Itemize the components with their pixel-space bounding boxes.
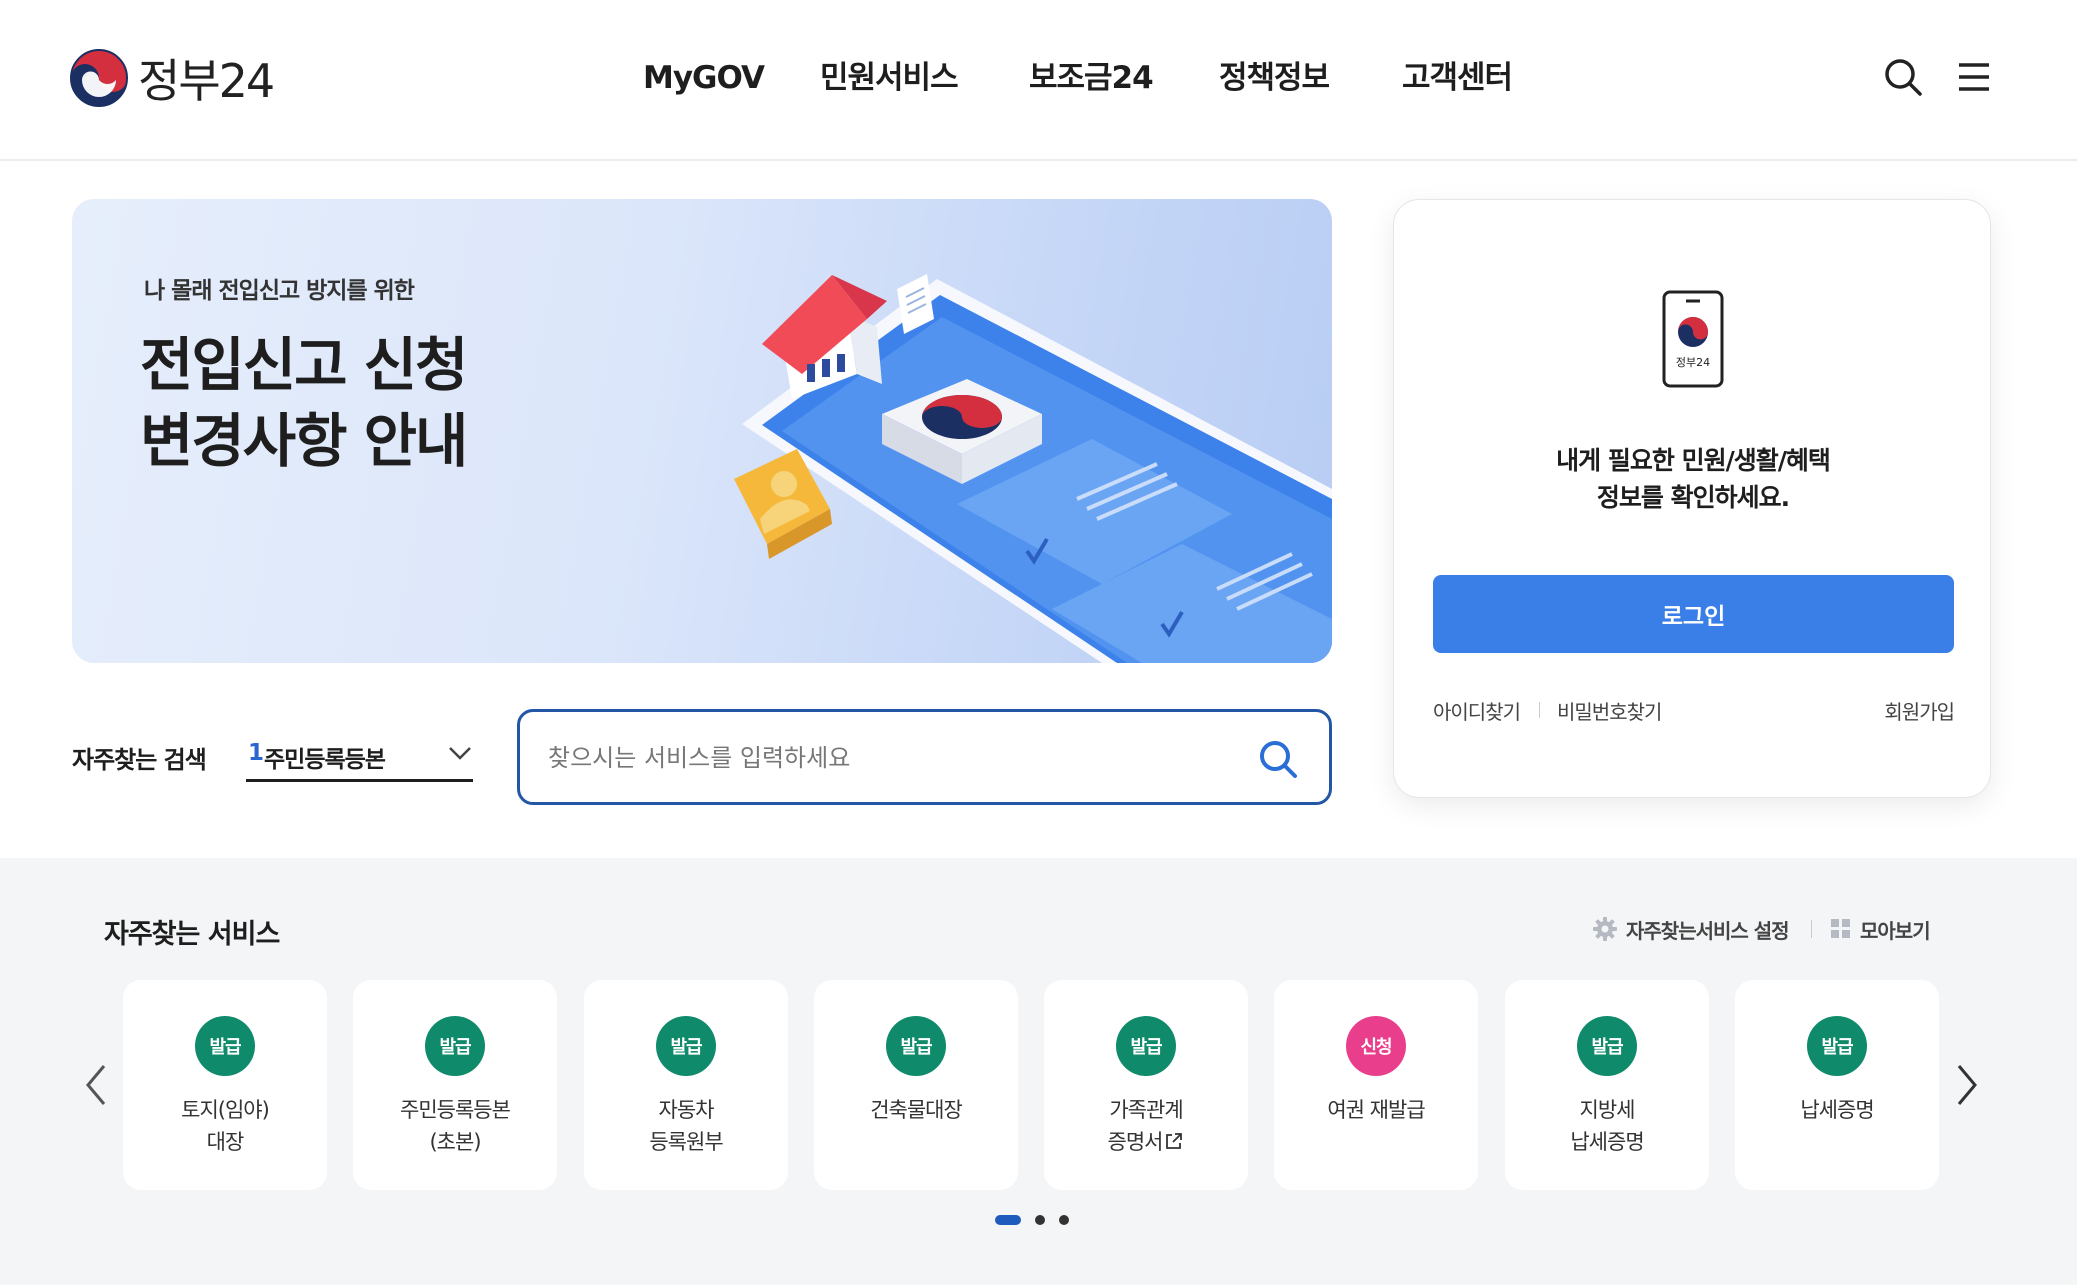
login-message-line1: 내게 필요한 민원/생활/혜택 (1556, 446, 1831, 475)
header-divider (1811, 920, 1812, 938)
nav-civil-service[interactable]: 민원서비스 (820, 52, 959, 104)
issue-badge: 발급 (425, 1016, 485, 1076)
grid-icon (1831, 919, 1850, 938)
service-card-passport-reissue[interactable]: 신청 여권 재발급 (1274, 980, 1478, 1190)
pagination-dot[interactable] (1035, 1215, 1045, 1225)
login-message-line2: 정보를 확인하세요. (1596, 483, 1790, 512)
frequent-search-keyword: 주민등록등본 (264, 747, 386, 773)
banner-title-line1: 전입신고 신청 (140, 331, 468, 399)
service-settings-label: 자주찾는서비스 설정 (1626, 918, 1790, 943)
service-settings-button[interactable]: 자주찾는서비스 설정 (1592, 914, 1790, 944)
service-card-label: 납세증명 (1800, 1098, 1874, 1122)
hero-banner[interactable]: 나 몰래 전입신고 방지를 위한 전입신고 신청 변경사항 안내 (72, 199, 1332, 663)
login-message: 내게 필요한 민원/생활/혜택 정보를 확인하세요. (1394, 442, 1992, 516)
frequent-search-dropdown[interactable]: 1 주민등록등본 (246, 728, 473, 782)
logo[interactable]: 정부24 (70, 48, 275, 108)
pagination-dot[interactable] (1059, 1215, 1069, 1225)
service-card-label: 여권 재발급 (1327, 1098, 1425, 1122)
banner-title-line2: 변경사항 안내 (140, 407, 468, 475)
login-links: 아이디찾기 비밀번호찾기 회원가입 (1433, 696, 1955, 726)
service-search-input[interactable] (548, 738, 1228, 778)
view-all-label: 모아보기 (1860, 918, 1931, 943)
pagination-dot-active[interactable] (995, 1215, 1021, 1225)
service-card-label: 지방세 납세증명 (1570, 1098, 1644, 1154)
service-card-label: 토지(임야) 대장 (181, 1098, 270, 1154)
banner-illustration (734, 274, 1332, 663)
find-password-link[interactable]: 비밀번호찾기 (1557, 696, 1662, 725)
service-card-building-register[interactable]: 발급 건축물대장 (814, 980, 1018, 1190)
service-search-box (517, 709, 1332, 805)
service-card-local-tax-certificate[interactable]: 발급 지방세 납세증명 (1505, 980, 1709, 1190)
service-card-vehicle-register[interactable]: 발급 자동차 등록원부 (584, 980, 788, 1190)
login-card: 정부24 내게 필요한 민원/생활/혜택 정보를 확인하세요. 로그인 아이디찾… (1393, 199, 1991, 798)
search-icon[interactable] (1881, 55, 1925, 99)
site-header: 정부24 MyGOV 민원서비스 보조금24 정책정보 고객센터 (0, 0, 2077, 161)
issue-badge: 발급 (195, 1016, 255, 1076)
nav-mygov[interactable]: MyGOV (643, 52, 765, 104)
taegeuk-logo-icon (70, 49, 128, 107)
service-card-resident-registration[interactable]: 발급 주민등록등본 (초본) (353, 980, 557, 1190)
next-arrow-icon[interactable] (1949, 1058, 1985, 1112)
service-card-land-register[interactable]: 발급 토지(임야) 대장 (123, 980, 327, 1190)
banner-subtitle: 나 몰래 전입신고 방지를 위한 (144, 278, 415, 304)
logo-text: 정부24 (138, 54, 275, 108)
mobile-phone-icon: 정부24 (1662, 290, 1724, 388)
nav-subsidy24[interactable]: 보조금24 (1029, 52, 1154, 104)
frequent-search-label: 자주찾는 검색 (72, 746, 207, 774)
service-card-tax-certificate[interactable]: 발급 납세증명 (1735, 980, 1939, 1190)
service-card-label: 가족관계 증명서 (1044, 1094, 1248, 1158)
issue-badge: 발급 (886, 1016, 946, 1076)
prev-arrow-icon[interactable] (78, 1058, 114, 1112)
search-submit-icon[interactable] (1257, 738, 1299, 780)
issue-badge: 발급 (1116, 1016, 1176, 1076)
issue-badge: 발급 (1577, 1016, 1637, 1076)
service-card-label: 건축물대장 (870, 1098, 963, 1122)
frequent-services-section: 자주찾는 서비스 자주찾는서비스 설정 모아보기 발급 토지(임야) 대장 발급… (0, 858, 2077, 1285)
login-button[interactable]: 로그인 (1433, 575, 1954, 653)
phone-label: 정부24 (1676, 356, 1710, 369)
gear-icon (1593, 917, 1617, 941)
banner-title: 전입신고 신청 변경사항 안내 (140, 327, 468, 479)
service-card-label: 주민등록등본 (초본) (400, 1098, 511, 1154)
issue-badge: 발급 (656, 1016, 716, 1076)
service-card-label: 자동차 등록원부 (649, 1098, 723, 1154)
signup-link[interactable]: 회원가입 (1884, 696, 1955, 725)
view-all-button[interactable]: 모아보기 (1830, 914, 1931, 944)
nav-policy-info[interactable]: 정책정보 (1219, 52, 1330, 104)
external-link-icon (1166, 1133, 1183, 1149)
apply-badge: 신청 (1346, 1016, 1406, 1076)
hamburger-menu-icon[interactable] (1952, 55, 1996, 99)
find-id-link[interactable]: 아이디찾기 (1433, 696, 1521, 725)
chevron-down-icon (449, 747, 471, 760)
service-card-family-relation[interactable]: 발급 가족관계 증명서 (1044, 980, 1248, 1190)
link-divider (1539, 702, 1540, 718)
nav-customer-center[interactable]: 고객센터 (1402, 52, 1513, 104)
frequent-search-rank: 1 (248, 740, 265, 766)
frequent-services-title: 자주찾는 서비스 (104, 919, 280, 950)
issue-badge: 발급 (1807, 1016, 1867, 1076)
